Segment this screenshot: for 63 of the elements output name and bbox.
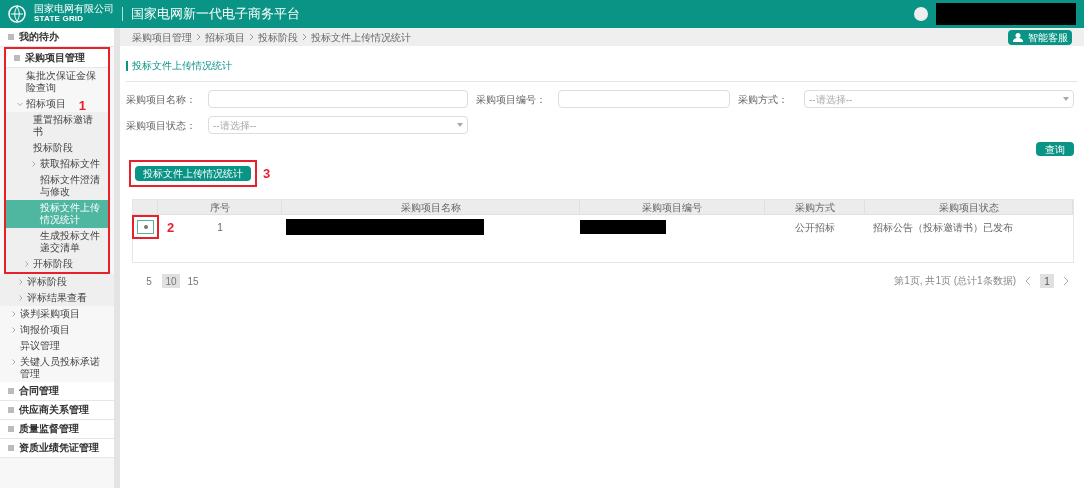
field-label: 采购方式：: [738, 92, 789, 107]
sidebar-item[interactable]: 开标阶段: [6, 256, 108, 272]
column-header: 采购项目状态: [865, 200, 1073, 215]
chevron-right-icon: [196, 33, 201, 41]
query-button[interactable]: 查询: [1036, 142, 1074, 156]
dropdown-caret-icon: [1063, 97, 1069, 101]
chevron-right-icon: [302, 33, 307, 41]
sidebar-section[interactable]: 我的待办: [0, 28, 114, 47]
user-avatar-icon[interactable]: [914, 7, 928, 21]
sidebar-section[interactable]: 资质业绩凭证管理: [0, 439, 114, 458]
chevron-right-icon: [249, 33, 254, 41]
sidebar-section[interactable]: 合同管理: [0, 382, 114, 401]
sidebar-item[interactable]: 生成投标文件递交清单: [6, 228, 108, 256]
column-header: 采购项目名称: [282, 200, 580, 215]
sidebar-item[interactable]: 获取招标文件: [6, 156, 108, 172]
page-button[interactable]: 1: [1040, 273, 1054, 288]
next-page-icon[interactable]: [1062, 275, 1070, 286]
input-field[interactable]: [208, 90, 468, 108]
sidebar-item[interactable]: 评标结果查看: [0, 290, 114, 306]
annotation-number: 3: [263, 166, 271, 181]
table-cell-text: 招标公告（投标邀请书）已发布: [872, 220, 1014, 235]
annotation-number: 2: [167, 221, 175, 235]
customer-service-icon: [1012, 32, 1024, 42]
logo-icon: [8, 5, 26, 23]
sidebar-item[interactable]: 招标文件澄清与修改: [6, 172, 108, 200]
sidebar-section[interactable]: 采购项目管理: [6, 49, 108, 68]
sidebar-item[interactable]: 投标阶段: [6, 140, 108, 156]
sidebar-section[interactable]: 质量监督管理: [0, 420, 114, 439]
sidebar-item[interactable]: 评标阶段: [0, 274, 114, 290]
upload-statistics-button[interactable]: 投标文件上传情况统计: [135, 166, 251, 181]
input-field[interactable]: [558, 90, 730, 108]
sidebar-section[interactable]: 供应商关系管理: [0, 401, 114, 420]
menu-icon: [8, 426, 14, 432]
pagination-summary: 第1页, 共1页 (总计1条数据): [894, 274, 1016, 288]
breadcrumb-link[interactable]: 采购项目管理: [132, 29, 192, 45]
help-button[interactable]: 智能客服: [1008, 29, 1072, 45]
field-label: 采购项目状态：: [126, 118, 197, 133]
row-radio[interactable]: [137, 220, 154, 234]
logo-text: STATE GRID: [34, 14, 85, 24]
breadcrumb-link[interactable]: 招标项目: [205, 29, 245, 45]
column-header: 采购方式: [765, 200, 865, 215]
table-cell-text: 1: [217, 220, 223, 235]
menu-icon: [14, 55, 20, 61]
field-label: 采购项目编号：: [476, 92, 547, 107]
platform-title: 国家电网新一代电子商务平台: [131, 5, 300, 24]
menu-icon: [8, 34, 14, 40]
menu-icon: [8, 445, 14, 451]
table-cell-text: 公开招标: [794, 220, 836, 235]
sidebar-item[interactable]: 重置招标邀请书: [6, 112, 108, 140]
panel-title: 投标文件上传情况统计: [132, 59, 232, 73]
breadcrumb-link[interactable]: 投标文件上传情况统计: [311, 29, 411, 45]
page-size-option[interactable]: 15: [184, 273, 202, 288]
menu-icon: [8, 407, 14, 413]
page-size-option[interactable]: 5: [140, 273, 158, 288]
menu-icon: [8, 388, 14, 394]
column-header: 采购项目编号: [580, 200, 765, 215]
field-label: 采购项目名称：: [126, 92, 197, 107]
previous-page-icon[interactable]: [1024, 275, 1032, 286]
breadcrumb-link[interactable]: 投标阶段: [258, 29, 298, 45]
logo-text: 国家电网有限公司: [34, 4, 114, 14]
annotation-number: 1: [78, 99, 86, 113]
dropdown-caret-icon: [457, 123, 463, 127]
page-size-option[interactable]: 10: [162, 273, 180, 288]
